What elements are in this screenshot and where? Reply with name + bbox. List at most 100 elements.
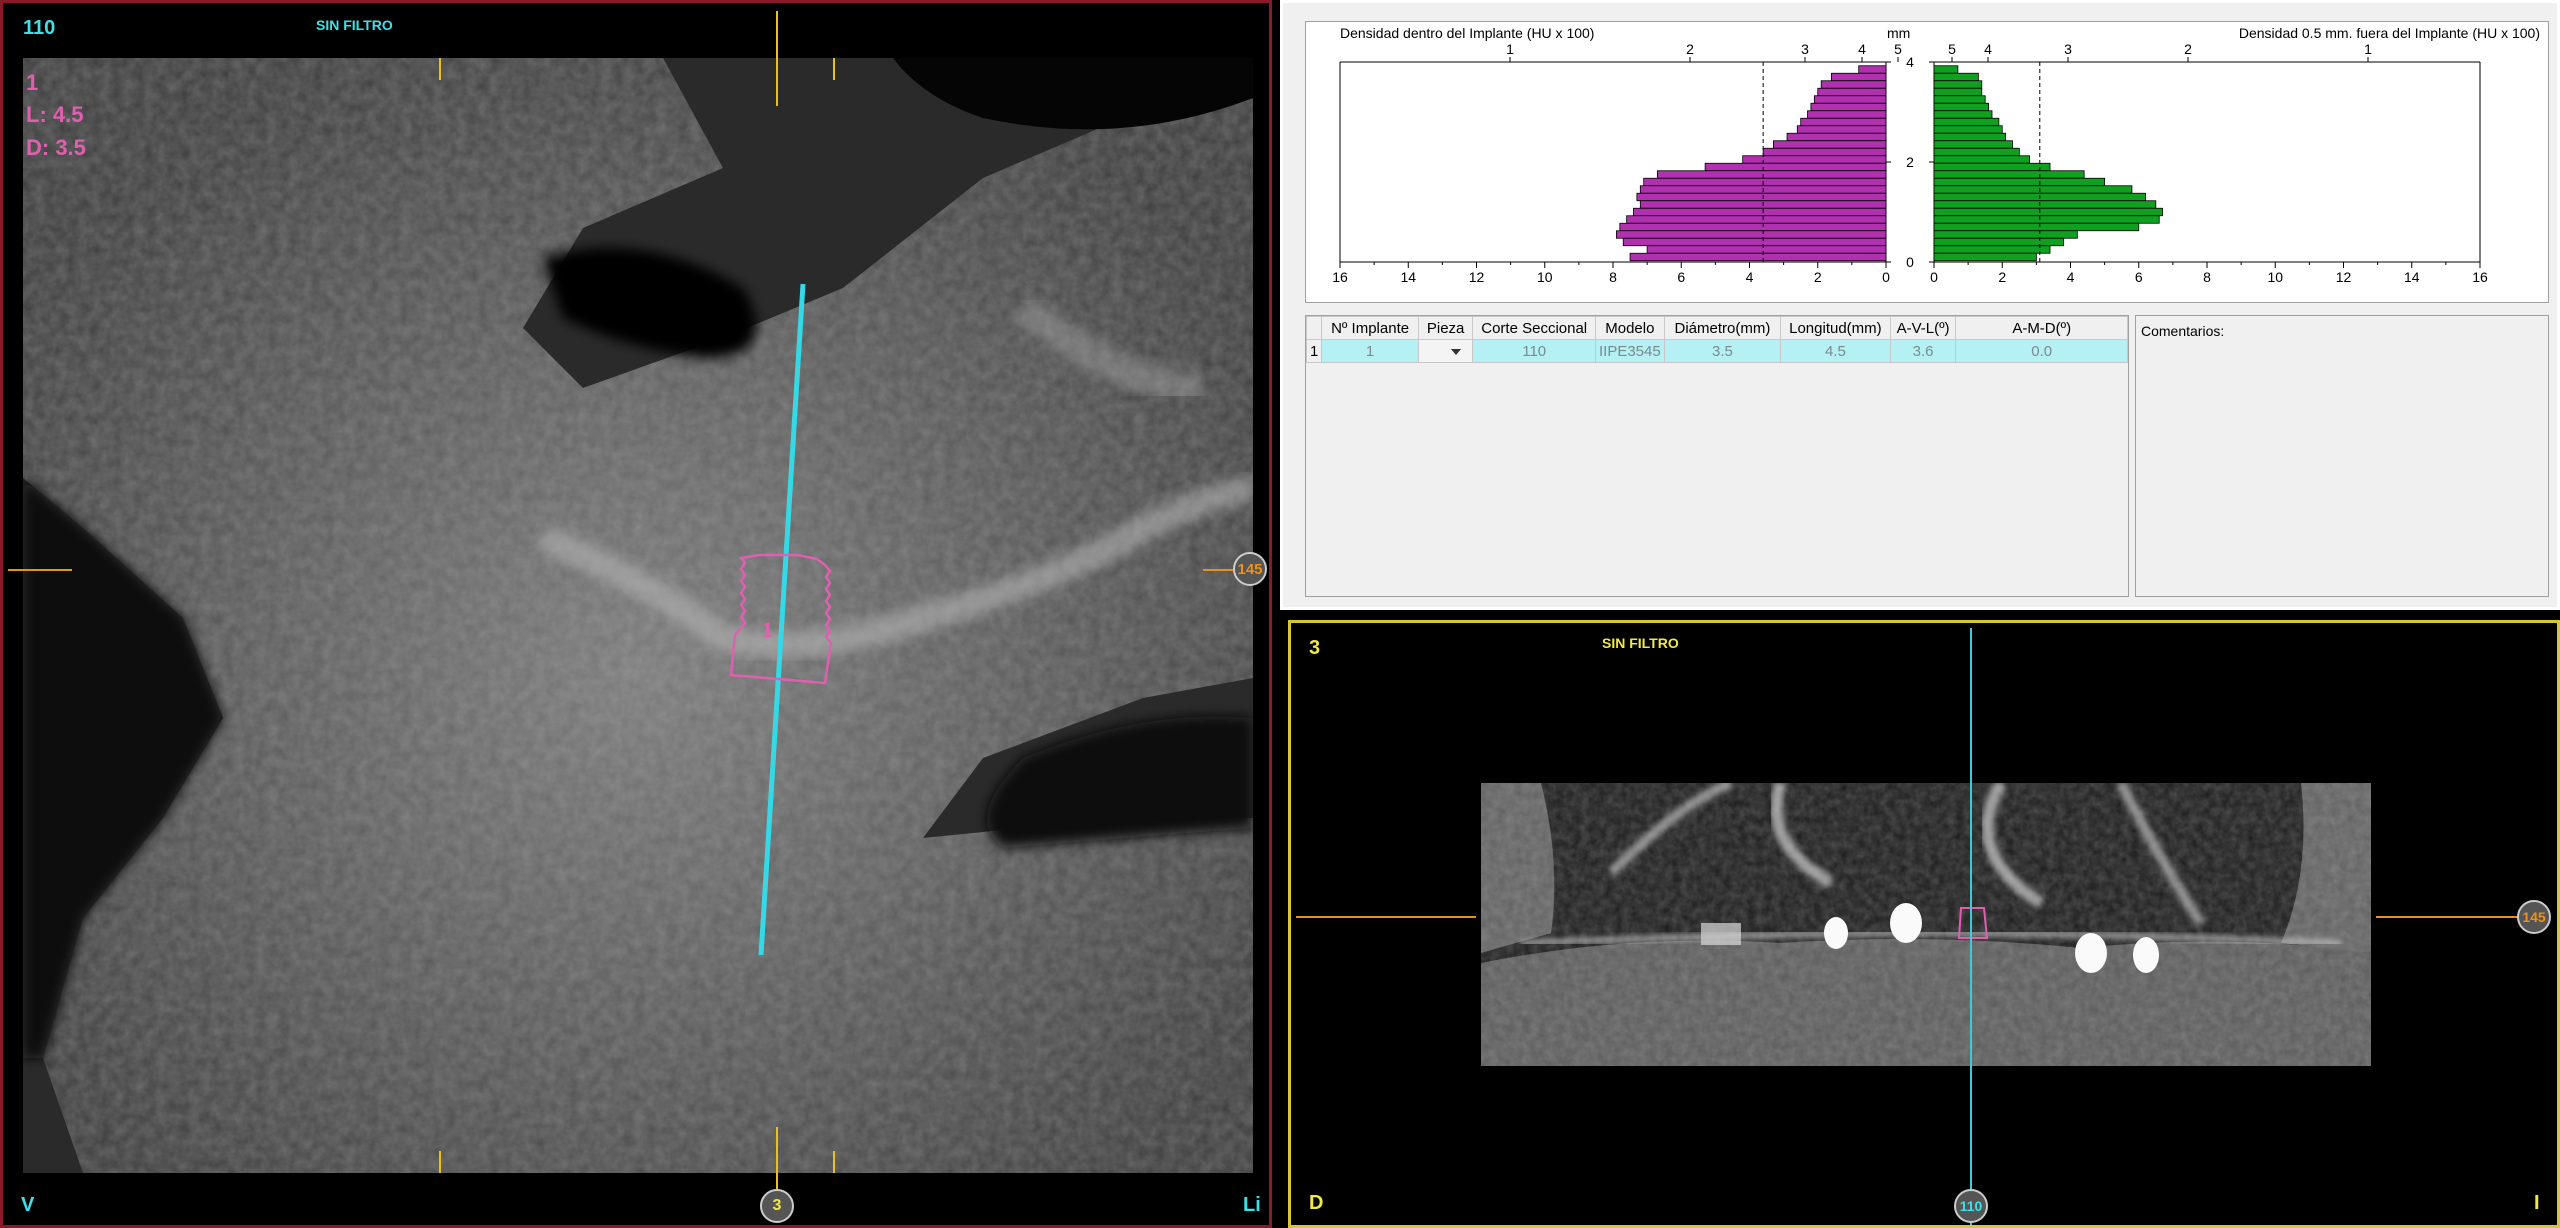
x-tick-label: 10 <box>2267 269 2283 285</box>
outside-density-bar <box>1933 147 2020 157</box>
inside-density-bar <box>1817 87 1887 97</box>
cross-section-viewport[interactable]: 1 110 SIN FILTRO 1 L: 4.5 D: 3.5 V Li 3 … <box>0 0 1272 1228</box>
table-corner <box>1305 316 1323 340</box>
slice-marker-right[interactable]: 145 <box>2517 900 2551 934</box>
implant-id: 1 <box>26 70 39 95</box>
outside-density-bar <box>1933 177 2106 187</box>
slice-marker-bottom[interactable]: 110 <box>1954 1189 1988 1223</box>
inside-density-bar <box>1858 65 1887 74</box>
x-tick-label: 10 <box>1537 269 1553 285</box>
col-header[interactable]: Corte Seccional <box>1472 316 1596 340</box>
implant-table: Nº Implante Pieza Corte Seccional Modelo… <box>1305 315 2129 597</box>
inside-density-bar <box>1619 222 1887 232</box>
top-tick-label: 3 <box>2064 41 2072 57</box>
x-tick-label: 4 <box>2067 269 2075 285</box>
inside-density-bar <box>1629 252 1887 262</box>
implant-number-label[interactable]: 1 <box>762 617 773 643</box>
cell-amd[interactable]: 0.0 <box>1955 339 2128 363</box>
col-header[interactable]: Diámetro(mm) <box>1663 316 1782 340</box>
x-tick-label: 8 <box>2203 269 2211 285</box>
x-tick-label: 14 <box>1400 269 1416 285</box>
mm-tick-label: 0 <box>1906 254 1914 270</box>
mm-tick-label: 4 <box>1906 54 1914 70</box>
chevron-down-icon[interactable] <box>1450 348 1461 355</box>
top-tick-label: 2 <box>1686 41 1694 57</box>
row-index[interactable]: 1 <box>1305 339 1323 363</box>
top-tick-label: 1 <box>2364 41 2372 57</box>
inside-density-bar <box>1646 245 1887 254</box>
comments-area[interactable]: Comentarios: <box>2135 315 2549 597</box>
x-tick-label: 16 <box>2472 269 2488 285</box>
x-tick-label: 12 <box>1469 269 1485 285</box>
outside-density-bar <box>1933 215 2160 224</box>
top-tick-label: 1 <box>1506 41 1514 57</box>
top-tick-label: 3 <box>1801 41 1809 57</box>
top-tick-label: 5 <box>1894 41 1902 57</box>
top-tick-label: 2 <box>2184 41 2192 57</box>
cell-diameter[interactable]: 3.5 <box>1663 339 1782 363</box>
density-panel: Densidad dentro del Implante (HU x 100) … <box>1280 0 2560 610</box>
outside-density-bar <box>1933 200 2157 209</box>
comments-label: Comentarios: <box>2141 323 2225 339</box>
panoramic-image[interactable] <box>1481 783 2371 1066</box>
outside-density-bar <box>1933 87 1983 97</box>
slice-marker-bottom-label: 110 <box>1959 1198 1983 1214</box>
top-tick-label: 5 <box>1948 41 1956 57</box>
orientation-left: V <box>21 1194 35 1216</box>
outside-density-bar <box>1933 132 2007 142</box>
x-tick-label: 0 <box>1882 269 1890 285</box>
outside-density-bar <box>1933 185 2133 194</box>
x-tick-label: 2 <box>1814 269 1822 285</box>
cell-length[interactable]: 4.5 <box>1780 339 1891 363</box>
table-row[interactable]: 1 1 110 IIPE3545 3.5 4.5 3.6 0.0 <box>1305 339 2128 363</box>
slice-number: 110 <box>23 17 56 39</box>
outside-density-bar <box>1933 252 2037 262</box>
outside-density-bar <box>1933 207 2164 217</box>
slice-marker-right[interactable]: 145 <box>1233 552 1267 586</box>
x-tick-label: 6 <box>2135 269 2143 285</box>
slice-marker-right-label: 145 <box>1237 560 1263 578</box>
top-tick-label: 4 <box>1858 41 1866 57</box>
outside-density-bar <box>1933 245 2051 254</box>
cell-piece-dropdown[interactable] <box>1417 339 1474 363</box>
slice-marker-right-label: 145 <box>2522 909 2546 925</box>
cell-model[interactable]: IIPE3545 <box>1594 339 1665 363</box>
inside-density-bar <box>1622 237 1887 247</box>
implant-axis-overlay[interactable] <box>3 3 1272 1228</box>
outside-density-bar <box>1933 65 1959 74</box>
inside-density-bar <box>1772 140 1887 149</box>
inside-density-bar <box>1643 177 1887 187</box>
cell-section[interactable]: 110 <box>1472 339 1596 363</box>
outside-density-bar <box>1933 162 2051 172</box>
top-tick-label: 4 <box>1984 41 1992 57</box>
filter-label: SIN FILTRO <box>1602 635 1679 651</box>
orientation-left: D <box>1309 1192 1324 1214</box>
col-header[interactable]: A-M-D(º) <box>1955 316 2128 340</box>
outside-density-bar <box>1933 102 1989 112</box>
panoramic-viewport[interactable]: 3 SIN FILTRO D I 110 145 <box>1288 620 2560 1228</box>
cell-implant[interactable]: 1 <box>1321 339 1419 363</box>
outside-density-bar <box>1933 125 2003 134</box>
inside-density-bar <box>1626 215 1887 224</box>
outside-density-bar <box>1933 140 2013 149</box>
inside-density-bar <box>1742 155 1887 164</box>
col-header[interactable]: Pieza <box>1417 316 1474 340</box>
outside-density-bar <box>1933 72 1979 82</box>
vertical-slice-line[interactable] <box>1970 628 1972 1225</box>
density-chart-svg: 16 14 12 10 8 6 4 2 0 0 2 4 6 8 10 12 14 161 2 3 4 5 5 4 3 2 1420 <box>1332 41 2488 285</box>
inside-density-bar <box>1704 162 1887 172</box>
col-header[interactable]: Longitud(mm) <box>1780 316 1891 340</box>
outside-density-bar <box>1933 80 1983 89</box>
outside-density-bar <box>1933 170 2085 179</box>
col-header[interactable]: Nº Implante <box>1321 316 1419 340</box>
orientation-right: I <box>2534 1192 2540 1214</box>
inside-density-bar <box>1813 95 1887 104</box>
slice-marker-bottom[interactable]: 3 <box>760 1189 794 1223</box>
col-header[interactable]: Modelo <box>1594 316 1665 340</box>
x-tick-label: 14 <box>2404 269 2420 285</box>
x-tick-label: 6 <box>1677 269 1685 285</box>
cell-avl[interactable]: 3.6 <box>1889 339 1957 363</box>
crosshair-tick <box>2376 916 2531 918</box>
x-tick-label: 16 <box>1332 269 1348 285</box>
col-header[interactable]: A-V-L(º) <box>1889 316 1957 340</box>
